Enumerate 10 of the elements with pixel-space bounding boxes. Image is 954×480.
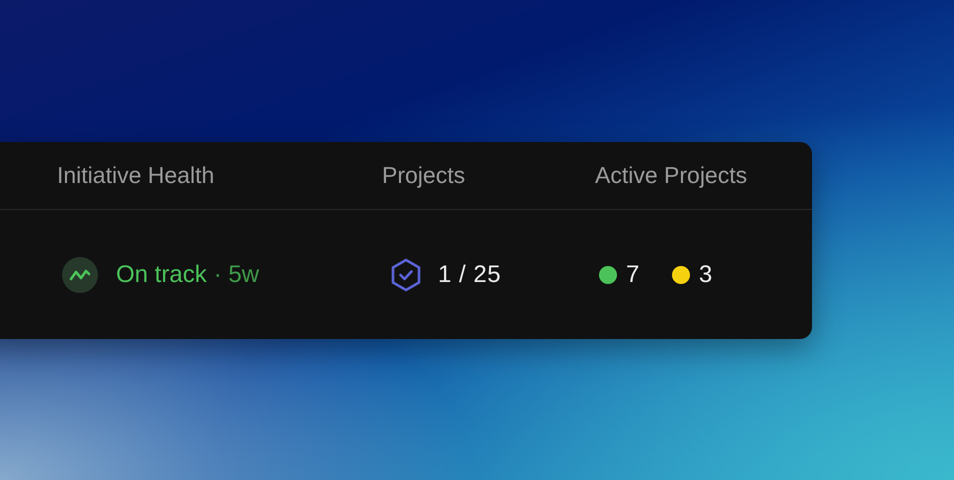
health-status: On track bbox=[116, 260, 207, 288]
health-duration: · 5w bbox=[214, 260, 260, 288]
active-count: 7 bbox=[626, 260, 640, 288]
column-header: Initiative Health bbox=[56, 162, 216, 189]
column-header: Active Projects bbox=[594, 162, 748, 189]
projects-count: 1 / 25 bbox=[438, 260, 502, 288]
hexagon-check-icon bbox=[390, 258, 422, 292]
trend-icon bbox=[62, 256, 98, 292]
active-count: 3 bbox=[698, 260, 713, 288]
column-header: Projects bbox=[381, 162, 466, 189]
